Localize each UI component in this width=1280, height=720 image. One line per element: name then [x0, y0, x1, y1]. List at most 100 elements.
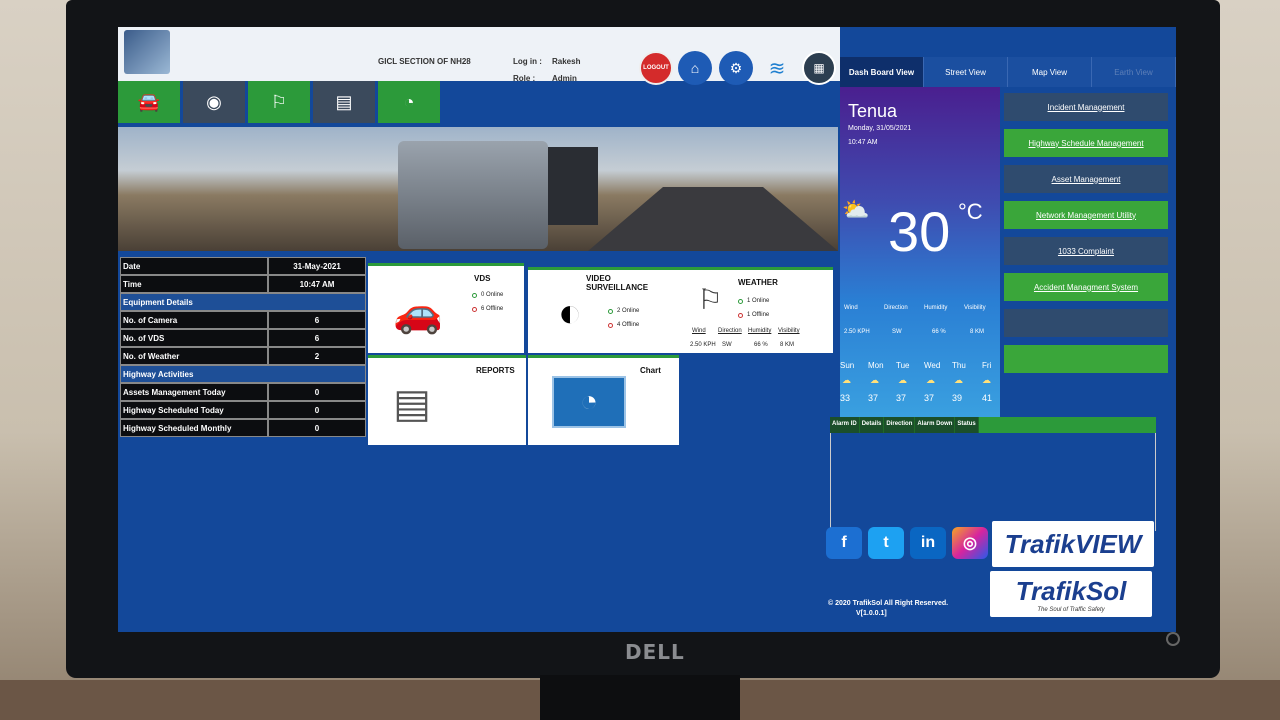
truck-image [398, 141, 548, 249]
day-fri: Fri [982, 361, 992, 370]
video-tile[interactable]: ◐ VIDEO SURVEILLANCE 2 Online 4 Offline [528, 267, 682, 353]
instagram-icon[interactable]: ◎ [952, 527, 988, 559]
cloud-icon: ☁ [982, 375, 991, 385]
menu-highway-schedule[interactable]: Highway Schedule Management [1004, 129, 1168, 157]
activities-header: Highway Activities [120, 365, 366, 383]
weather-count-label: No. of Weather [120, 347, 268, 365]
day-thu: Thu [952, 361, 966, 370]
vds-online-text: 0 Online [481, 292, 504, 298]
menu-asset[interactable]: Asset Management [1004, 165, 1168, 193]
humidity-value: 66 % [932, 329, 946, 335]
tab-dashboard[interactable]: Dash Board View [840, 57, 924, 87]
view-tabs: Dash Board View Street View Map View Ear… [840, 57, 1176, 87]
menu-blank [1004, 309, 1168, 337]
vds-title: VDS [474, 274, 491, 283]
video-title: VIDEO SURVEILLANCE [586, 274, 649, 292]
tab-street[interactable]: Street View [924, 57, 1008, 87]
trafiksol-tagline: The Soul of Traffic Safety [1037, 606, 1105, 613]
chart-icon: ◔ [552, 376, 626, 428]
wind-value: 2.50 KPH [844, 329, 870, 335]
alarm-table-body[interactable] [830, 433, 1156, 531]
chart-module-icon[interactable]: ◔ [378, 81, 440, 123]
weather-tile[interactable]: ⚐ WEATHER 1 Online 1 Offline Wind Direct… [682, 267, 833, 353]
alarm-col-direction[interactable]: Direction [884, 417, 916, 433]
alarm-col-id[interactable]: Alarm ID [830, 417, 860, 433]
weather-city: Tenua [848, 101, 898, 121]
facebook-icon[interactable]: f [826, 527, 862, 559]
weather-station-icon: ⚐ [697, 283, 723, 315]
menu-network[interactable]: Network Management Utility [1004, 201, 1168, 229]
assets-label: Assets Management Today [120, 383, 268, 401]
day-wed: Wed [924, 361, 941, 370]
twitter-icon[interactable]: t [868, 527, 904, 559]
alarm-col-down[interactable]: Alarm Down [915, 417, 956, 433]
menu-incident[interactable]: Incident Management [1004, 93, 1168, 121]
camera-label: No. of Camera [120, 311, 268, 329]
tab-earth[interactable]: Earth View [1092, 57, 1176, 87]
menu-accident[interactable]: Accident Managment System [1004, 273, 1168, 301]
tile-humidity-value: 66 % [754, 342, 768, 348]
vds-module-icon[interactable]: 🚘 [118, 81, 180, 123]
dashboard-app-icon[interactable]: ▦ [802, 51, 836, 85]
logout-button[interactable]: LOGOUT [639, 51, 673, 85]
offline-dot [472, 306, 477, 312]
chart-tile[interactable]: ◔ Chart [528, 355, 679, 445]
hero-banner [118, 127, 838, 251]
vds-tile[interactable]: 🚗 VDS 0 Online 6 Offline [368, 263, 524, 353]
section-title: GICL SECTION OF NH28 [378, 57, 471, 66]
cloud-icon: ☁ [954, 375, 963, 385]
wifi-icon[interactable]: ≋ [760, 51, 794, 85]
camera-module-icon[interactable]: ◉ [183, 81, 245, 123]
sched-today-value: 0 [268, 401, 366, 419]
menu-complaint[interactable]: 1033 Complaint [1004, 237, 1168, 265]
day-temp: 37 [924, 393, 935, 403]
sched-month-label: Highway Scheduled Monthly [120, 419, 268, 437]
menu-blank-green[interactable] [1004, 345, 1168, 373]
management-menu: Incident Management Highway Schedule Man… [1004, 93, 1168, 381]
sched-today-label: Highway Scheduled Today [120, 401, 268, 419]
highway-logo [124, 30, 170, 74]
alarm-table-header: Alarm ID Details Direction Alarm Down St… [830, 417, 1156, 433]
reports-module-icon[interactable]: ▤ [313, 81, 375, 123]
humidity-label: Humidity [924, 305, 948, 311]
video-offline-text: 4 Offline [617, 322, 640, 328]
reports-tile[interactable]: ▤ REPORTS [368, 355, 526, 445]
online-dot [472, 292, 477, 298]
weather-module-icon[interactable]: ⚐ [248, 81, 310, 123]
tile-direction-value: SW [722, 342, 732, 348]
linkedin-icon[interactable]: in [910, 527, 946, 559]
online-dot [608, 308, 613, 314]
video-online: 2 Online [608, 308, 639, 314]
weather-panel: Tenua Monday, 31/05/2021 10:47 AM ⛅ 30 °… [840, 87, 1000, 417]
weather-temp: 30 [888, 200, 951, 263]
login-label: Log in : [513, 57, 542, 66]
day-sun: Sun [840, 361, 855, 370]
date-label: Date [120, 257, 268, 275]
vds-offline: 6 Offline [472, 306, 503, 312]
day-temp: 37 [896, 393, 907, 403]
time-label: Time [120, 275, 268, 293]
alarm-col-status[interactable]: Status [955, 417, 979, 433]
weather-unit: °C [958, 199, 983, 224]
offline-dot [738, 312, 743, 318]
weather-title: WEATHER [738, 278, 778, 287]
weather-online: 1 Online [738, 298, 769, 304]
cloud-icon: ☁ [870, 375, 879, 385]
home-icon[interactable]: ⌂ [678, 51, 712, 85]
alarm-header-fill [978, 417, 1156, 433]
camera-value: 6 [268, 311, 366, 329]
vds-label: No. of VDS [120, 329, 268, 347]
visibility-value: 8 KM [970, 329, 985, 335]
copyright: © 2020 TrafikSol All Right Reserved. V[1… [828, 599, 948, 619]
equipment-header: Equipment Details [120, 293, 366, 311]
visibility-label: Visibility [964, 305, 986, 311]
cloud-icon: ☁ [898, 375, 907, 385]
gear-icon[interactable]: ⚙ [719, 51, 753, 85]
weather-date: Monday, 31/05/2021 [848, 125, 912, 132]
alarm-col-details[interactable]: Details [859, 417, 885, 433]
day-temp: 33 [840, 393, 851, 403]
power-button[interactable] [1166, 632, 1180, 646]
version-text: V[1.0.0.1] [856, 610, 887, 617]
tab-map[interactable]: Map View [1008, 57, 1092, 87]
vds-online: 0 Online [472, 292, 503, 298]
